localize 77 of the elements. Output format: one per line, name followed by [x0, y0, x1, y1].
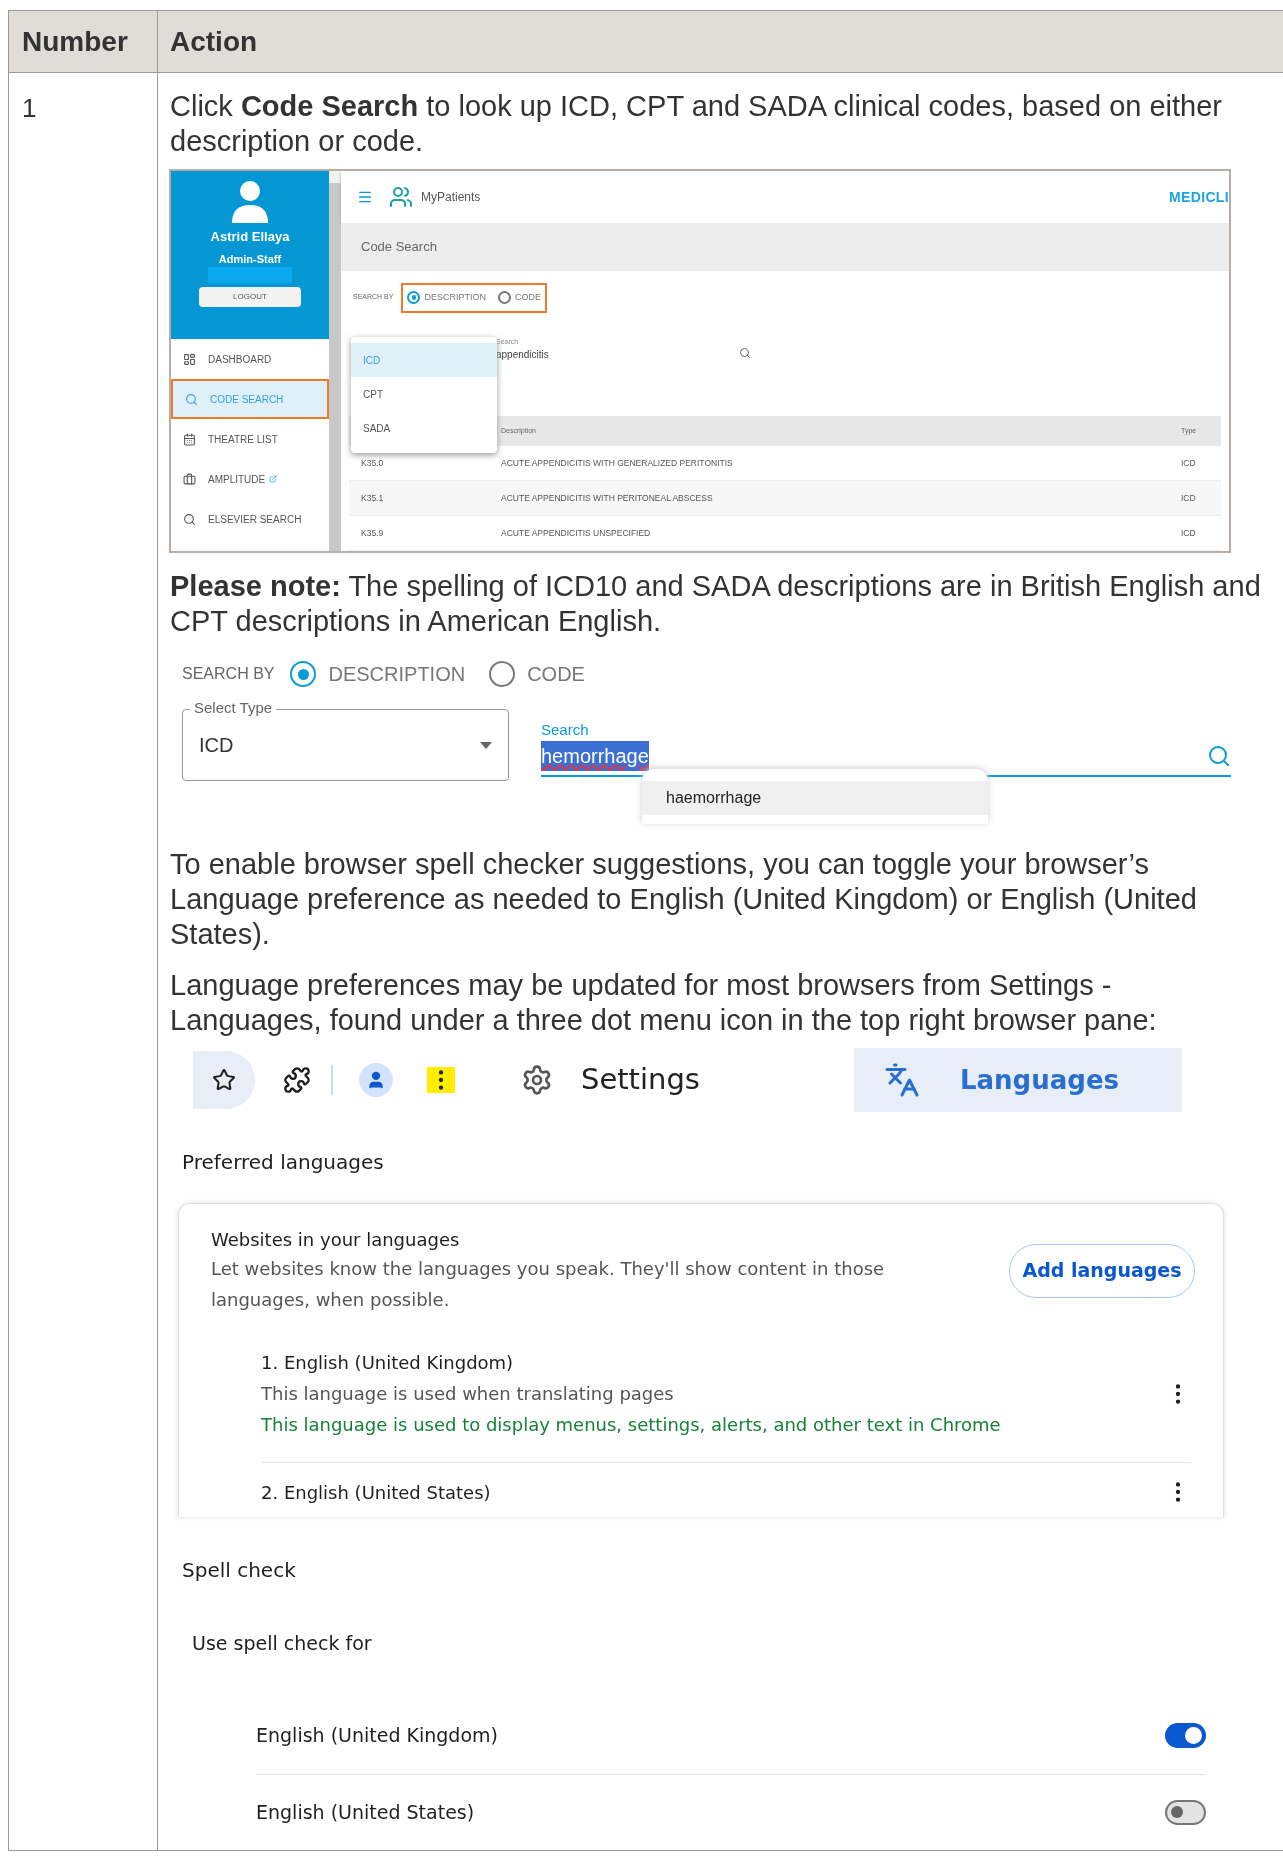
- radio-button[interactable]: [290, 661, 317, 687]
- bookmark-button[interactable]: [193, 1051, 255, 1109]
- nav-item[interactable]: THEATRE LIST: [171, 419, 329, 459]
- table-cell-text: ICD: [1181, 456, 1197, 470]
- external-link-icon: [269, 475, 278, 483]
- search-value: appendicitis: [496, 348, 549, 362]
- instruction-text: Click Code Search to look up ICD, CPT and SADA clinical codes, based on either description or code.: [170, 89, 1224, 159]
- radio-button[interactable]: [489, 661, 516, 687]
- search-icon: [185, 392, 198, 406]
- puzzle-icon[interactable]: [283, 1066, 311, 1094]
- search-icon[interactable]: [738, 347, 751, 359]
- table-cell-text: ICD: [1181, 491, 1197, 505]
- star-icon: [212, 1068, 236, 1092]
- language-note: This language is used when translating pages: [261, 1382, 675, 1406]
- table-cell-text: ICD: [1181, 526, 1197, 540]
- table-cell-text: ACUTE APPENDICITIS UNSPECIFIED: [501, 526, 652, 540]
- translate-icon: [884, 1062, 920, 1098]
- settings-title: Settings: [581, 1061, 700, 1099]
- user-role: Admin-Staff: [218, 251, 282, 267]
- page-title-bar: Code Search: [341, 223, 1229, 271]
- row-number: 1: [22, 93, 37, 123]
- language-name: 1. English (United Kingdom): [261, 1351, 515, 1375]
- languages-tab[interactable]: Languages: [854, 1048, 1182, 1112]
- radio-label: DESCRIPTION: [424, 290, 486, 304]
- radio-button[interactable]: [407, 291, 421, 304]
- paragraph: Language preferences may be updated for most browsers from Settings - Languages, found under a three dot menu icon in the top right browser pane:: [170, 968, 1158, 1038]
- menu-icon[interactable]: [357, 189, 373, 205]
- dropdown-option[interactable]: SADA: [351, 411, 497, 445]
- search-value: hemorrhage: [541, 741, 649, 771]
- column-header: Action: [169, 24, 259, 59]
- three-dot-menu-icon[interactable]: [427, 1067, 455, 1093]
- search-by-label: SEARCH BY: [182, 664, 275, 684]
- toggle-switch[interactable]: [1165, 1799, 1206, 1825]
- dropdown-caret-icon: [480, 741, 492, 749]
- user-name: Astrid Ellaya: [210, 228, 290, 246]
- language-name: 2. English (United States): [261, 1480, 491, 1505]
- briefcase-icon: [183, 472, 196, 486]
- table-cell-text: ACUTE APPENDICITIS WITH GENERALIZED PERITONITIS: [501, 456, 734, 470]
- profile-avatar[interactable]: [359, 1063, 393, 1097]
- radio-label: CODE: [527, 662, 585, 687]
- nav-item[interactable]: ELSEVIER SEARCH: [171, 499, 329, 539]
- search-icon[interactable]: [1207, 744, 1231, 768]
- select-value: ICD: [199, 733, 234, 758]
- app-name: MyPatients: [421, 189, 481, 206]
- radio-label: CODE: [515, 290, 541, 304]
- people-logo-icon: [389, 185, 413, 209]
- paragraph: To enable browser spell checker suggestions, you can toggle your browser’s Language preference as needed to English (United Kingdom) or English (United States).: [170, 847, 1198, 952]
- user-avatar-icon: [229, 179, 271, 223]
- spelling-suggestion[interactable]: haemorrhage: [642, 781, 988, 815]
- logout-button[interactable]: LOGOUT: [199, 287, 301, 307]
- settings-icon: [521, 1064, 553, 1096]
- calendar-icon: [183, 432, 196, 446]
- person-icon: [366, 1070, 386, 1090]
- section-heading: Preferred languages: [182, 1149, 385, 1176]
- brand-logo: MEDICLI: [1169, 187, 1229, 207]
- toggle-switch[interactable]: [1165, 1723, 1206, 1748]
- card-description: Let websites know the languages you speak. They'll show content in those languages, when possible.: [211, 1257, 886, 1312]
- display-language-note: This language is used to display menus, settings, alerts, and other text in Chrome: [261, 1413, 1001, 1437]
- nav-item[interactable]: DASHBOARD: [171, 339, 329, 379]
- note-text: Please note: The spelling of ICD10 and SADA descriptions are in British English and CPT descriptions in American English.: [170, 569, 1262, 639]
- search-label: Search: [541, 719, 590, 740]
- spell-check-language: English (United Kingdom): [256, 1723, 498, 1749]
- search-icon: [183, 512, 196, 526]
- column-header: Number: [9, 11, 158, 72]
- card-title: Websites in your languages: [211, 1228, 461, 1252]
- nav-item[interactable]: AMPLITUDE: [171, 459, 329, 499]
- dropdown-option[interactable]: CPT: [351, 377, 497, 411]
- table-cell-text: K35.9: [360, 526, 385, 540]
- table-cell-text: K35.1: [360, 491, 385, 505]
- radio-button[interactable]: [498, 291, 511, 304]
- grid-icon: [183, 352, 196, 366]
- table-cell-text: K35.0: [360, 456, 385, 470]
- section-heading: Spell check: [182, 1557, 297, 1584]
- table-cell-text: ACUTE APPENDICITIS WITH PERITONEAL ABSCESS: [501, 491, 714, 505]
- section-subheading: Use spell check for: [192, 1631, 373, 1656]
- radio-label: DESCRIPTION: [328, 662, 466, 687]
- spell-check-language: English (United States): [256, 1799, 475, 1825]
